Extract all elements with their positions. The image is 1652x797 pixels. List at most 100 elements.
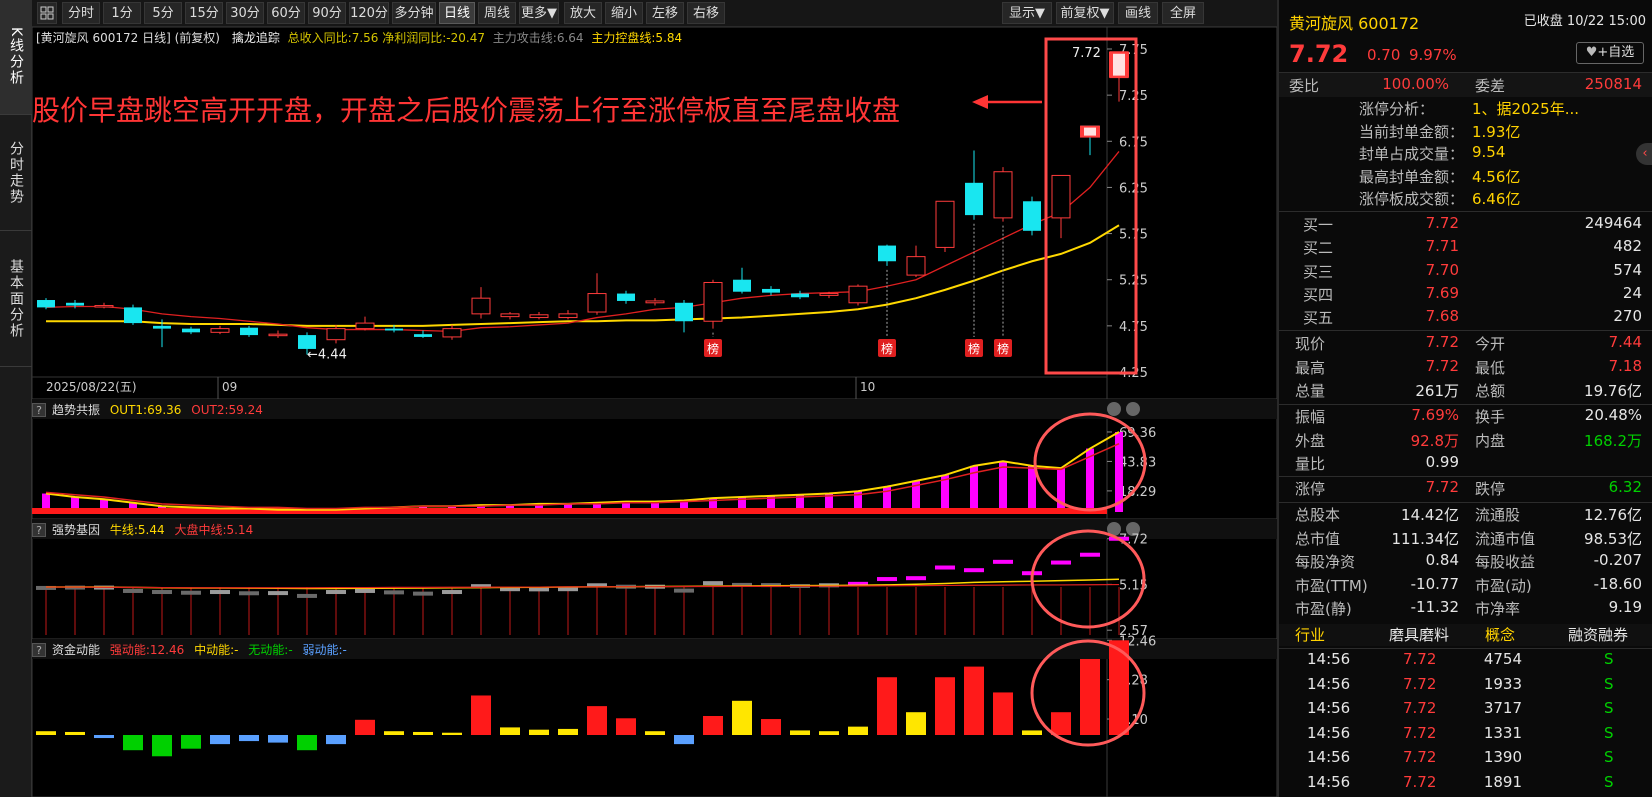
chart-action-button[interactable]: 右移: [687, 2, 725, 24]
trend-baseline: [32, 508, 1107, 514]
candle-body: [326, 328, 346, 341]
bid-volume: 482: [1613, 237, 1642, 256]
bid-volume: 574: [1613, 260, 1642, 279]
tick-volume: 1331: [1483, 723, 1522, 742]
help-icon[interactable]: ?: [32, 643, 46, 657]
period-button[interactable]: 90分: [308, 2, 346, 24]
tick-time: 14:56: [1307, 772, 1351, 791]
fund-panel-title: ? 资金动能 强动能:12.46 中动能:- 无动能:- 弱动能:-: [32, 641, 347, 658]
stat-row: 市盈(静) -11.32 市净率 9.19: [1279, 598, 1652, 620]
candle-body: [471, 297, 491, 315]
period-button[interactable]: 分时: [62, 2, 100, 24]
tick-price: 7.72: [1403, 748, 1437, 766]
strong-block: [442, 590, 462, 595]
grid-icon[interactable]: [37, 2, 57, 24]
fund-bar: [210, 735, 230, 745]
separator: [1279, 404, 1652, 405]
fund-bar: [587, 706, 607, 735]
heart-icon: ♥: [1585, 45, 1598, 60]
current-price: 7.72: [1289, 40, 1349, 68]
stat-value: 261万: [1415, 382, 1459, 400]
tab-intraday[interactable]: 分时走势: [0, 116, 32, 231]
toolbar: 分时 1分 5分 15分 30分 60分 90分 120分 多分钟 日线 周线 更多▼ 放大 缩小 左移 右移…: [32, 0, 1277, 27]
candle-body: [993, 171, 1013, 219]
candle-body: [153, 325, 171, 329]
tab-fundamentals[interactable]: 基本面分析: [0, 232, 32, 367]
attack-line-label: 主力攻击线:6.64: [492, 31, 584, 45]
strong-block: [964, 568, 984, 573]
candle-body: [66, 302, 84, 306]
add-watchlist-button[interactable]: ♥+自选: [1576, 42, 1644, 64]
stat-value: 7.18: [1608, 356, 1642, 375]
period-button[interactable]: 周线: [478, 2, 516, 24]
collapse-panel-icon[interactable]: ‹: [1636, 143, 1652, 165]
limit-analysis-label: 涨停板成交额：: [1359, 190, 1465, 208]
stat-value: 7.72: [1425, 478, 1459, 496]
bid-row[interactable]: 买四 7.69 24: [1279, 284, 1652, 306]
chart-action-button[interactable]: 放大: [564, 2, 602, 24]
toolbar-option-button[interactable]: 画线: [1118, 2, 1158, 24]
stat-label: 市盈(静): [1295, 600, 1352, 618]
tick-price: 7.72: [1403, 674, 1437, 693]
stat-row: 涨停 7.72 跌停 6.32: [1279, 478, 1652, 500]
fund-bar: [442, 732, 462, 735]
stat-label: 每股收益: [1475, 553, 1536, 571]
bid-row[interactable]: 买五 7.68 270: [1279, 307, 1652, 329]
chart-action-button[interactable]: 左移: [646, 2, 684, 24]
candle-body: [675, 302, 693, 322]
fund-bar: [529, 729, 549, 735]
period-button[interactable]: 1分: [103, 2, 141, 24]
candle-body: [1051, 174, 1071, 219]
period-button[interactable]: 日线: [439, 2, 475, 24]
bang-label: 榜: [707, 341, 719, 356]
period-button[interactable]: 120分: [349, 2, 389, 24]
toolbar-option-button[interactable]: 前复权▼: [1056, 2, 1114, 24]
tick-side: S: [1604, 723, 1614, 742]
stat-value: 14.42亿: [1401, 506, 1459, 524]
period-button[interactable]: 15分: [185, 2, 223, 24]
stat-value: 0.99: [1425, 453, 1459, 471]
strong-block: [152, 590, 172, 595]
fund-bar: [674, 735, 694, 745]
stat-value: 19.76亿: [1584, 382, 1642, 400]
chart-area[interactable]: 7.75 7.25 6.75 6.25 5.75 5.25 4.75 4.25 2025/08/…: [32, 27, 1277, 797]
stat-value: -18.60: [1593, 574, 1642, 593]
period-button[interactable]: 60分: [267, 2, 305, 24]
stat-label: 涨停: [1295, 480, 1326, 498]
strong-block: [181, 590, 201, 595]
fund-bar: [152, 735, 172, 757]
bid-row[interactable]: 买三 7.70 574: [1279, 261, 1652, 283]
help-icon[interactable]: ?: [32, 523, 46, 537]
bid-row[interactable]: 买二 7.71 482: [1279, 237, 1652, 259]
toolbar-option-button[interactable]: 显示▼: [1002, 2, 1052, 24]
indicator-name: 擒龙追踪: [231, 31, 280, 45]
period-button[interactable]: 5分: [144, 2, 182, 24]
tick-row: 14:56 7.72 4754 S: [1279, 650, 1652, 672]
toolbar-option-button[interactable]: 全屏: [1162, 2, 1204, 24]
period-button[interactable]: 更多▼: [519, 2, 559, 24]
stat-row: 总量 261万 总额 19.76亿: [1279, 380, 1652, 402]
help-icon[interactable]: ?: [32, 403, 46, 417]
trend-panel-title: ? 趋势共振 OUT1:69.36 OUT2:59.24: [32, 401, 263, 418]
period-button[interactable]: 多分钟: [392, 2, 436, 24]
stat-value: 111.34亿: [1391, 529, 1460, 548]
limit-analysis-label: 封单占成交量：: [1359, 145, 1465, 163]
fund-bar: [616, 718, 636, 735]
stat-label: 换手: [1475, 408, 1506, 426]
bid-row[interactable]: 买一 7.72 249464: [1279, 214, 1652, 236]
stat-label: 最低: [1475, 358, 1506, 377]
fund-bar: [558, 728, 578, 735]
bid-label: 买三: [1303, 262, 1334, 281]
close-icon: [1126, 402, 1140, 416]
chart-action-button[interactable]: 缩小: [605, 2, 643, 24]
fund-bar: [413, 731, 433, 735]
period-button[interactable]: 30分: [226, 2, 264, 24]
candle-body: [529, 314, 549, 319]
candle-body: [385, 328, 403, 331]
candle-body: [617, 293, 635, 301]
tick-time: 14:56: [1307, 723, 1351, 742]
bid-price: 7.68: [1425, 307, 1459, 326]
trend-name: 趋势共振: [52, 403, 101, 417]
tab-kline[interactable]: K线分析: [0, 0, 32, 115]
limit-analysis-row: 当前封单金额： 1.93亿: [1279, 121, 1652, 143]
